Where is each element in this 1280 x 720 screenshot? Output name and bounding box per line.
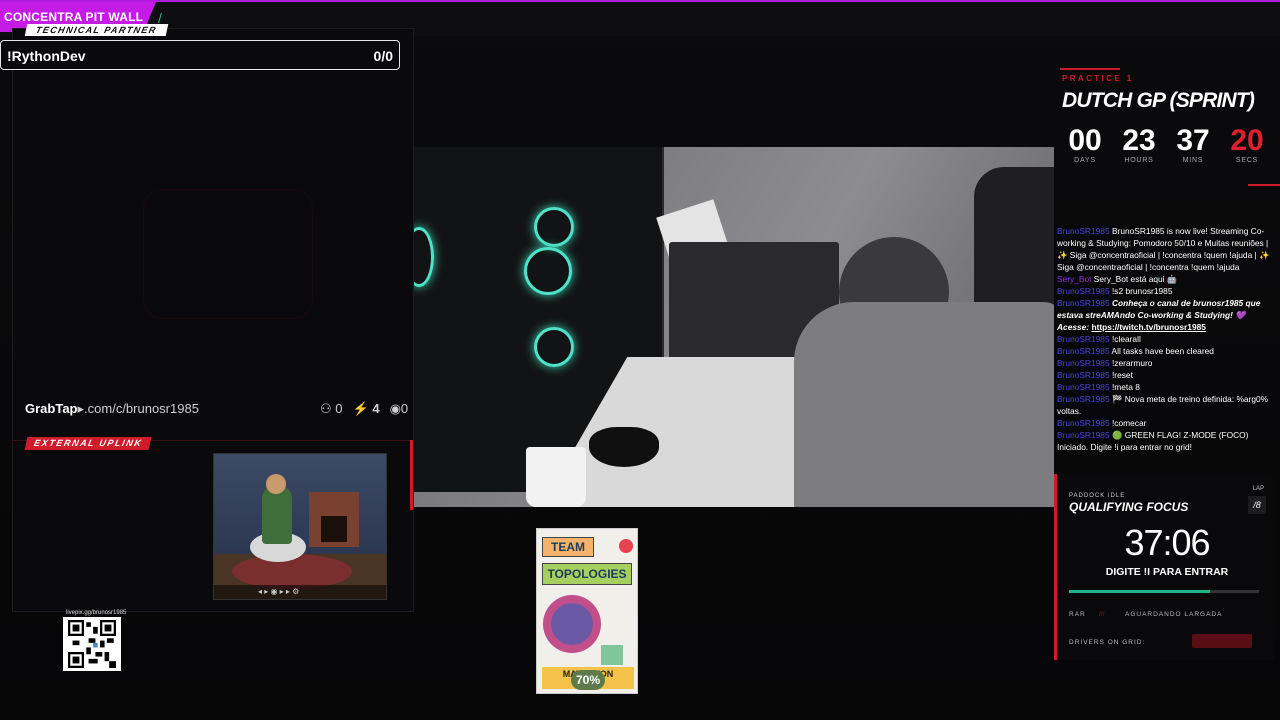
chat-message: BrunoSR1985 BrunoSR1985 is now live! Str… <box>1057 226 1270 272</box>
users-stat: ⚇ 0 <box>320 401 343 416</box>
uplink-accent <box>410 440 413 510</box>
join-grid-button[interactable] <box>1192 634 1252 648</box>
right-panel: PRACTICE 1 DUTCH GP (SPRINT) 00 DAYS 23 HO… <box>1054 36 1280 720</box>
mug-image <box>526 447 586 507</box>
chat-message: BrunoSR1985 !zerarmuro <box>1057 358 1153 368</box>
chat-message: BrunoSR1985 🟢 GREEN FLAG! Z-MODE (FOCO) … <box>1057 430 1249 452</box>
lap-label: LAP <box>1252 486 1264 492</box>
focus-timer: 37:06 <box>1124 522 1210 563</box>
bolt-icon: ⚡ <box>352 401 369 416</box>
streamer-image <box>794 302 1054 507</box>
race-title: DUTCH GP (SPRINT) <box>1062 89 1255 112</box>
brand-title: CONCENTRA PIT WALL <box>4 10 144 24</box>
chat-link[interactable]: https://twitch.tv/brunosr1985 <box>1091 322 1205 332</box>
separator: /// <box>1099 611 1105 618</box>
chat-message: BrunoSR1985 !s2 brunosr1985 <box>1057 286 1173 296</box>
qr-label: livepix.gg/brunosr1985 <box>66 610 127 616</box>
viewer-name: !RythonDev <box>7 48 86 64</box>
chat-message: BrunoSR1985 !clearall <box>1057 334 1141 344</box>
bolt-stat: ⚡ 4 <box>352 401 380 416</box>
play-stat: ◉0 <box>389 401 409 416</box>
viewer-count: 0/0 <box>373 48 393 64</box>
qualifying-title: QUALIFYING FOCUS <box>1069 500 1189 514</box>
glow-decoration <box>143 189 313 319</box>
book-title-1: TEAM <box>542 537 594 557</box>
gamepad-image <box>589 427 659 467</box>
book-cover: TEAM TOPOLOGIES MATT LTON 70% <box>536 528 638 694</box>
join-prompt: DIGITE !I PARA ENTRAR <box>1105 566 1229 578</box>
countdown-mins: 37 MINS <box>1176 124 1210 165</box>
avatar <box>262 486 292 544</box>
chat-message: BrunoSR1985 All tasks have been cleared <box>1057 346 1214 356</box>
grabtap-logo: GrabTap <box>25 401 78 416</box>
book-title-2: TOPOLOGIES <box>542 563 632 585</box>
chat-message: BrunoSR1985 Conheça o canal de brunosr19… <box>1057 298 1261 332</box>
grabtap-link[interactable]: GrabTap▸.com/c/brunosr1985 <box>25 401 199 417</box>
rar-label: RAR <box>1069 611 1086 618</box>
external-video[interactable]: ◂ ▸ ◉ ▸ ▸ ⚙ <box>213 453 387 600</box>
qualifying-panel: PADDOCK IDLE LAP QUALIFYING FOCUS /8 37:… <box>1054 474 1274 660</box>
video-controls[interactable]: ◂ ▸ ◉ ▸ ▸ ⚙ <box>214 585 386 599</box>
external-uplink-tag: EXTERNAL UPLINK <box>24 437 152 450</box>
countdown-hours: 23 HOURS <box>1122 124 1156 165</box>
awaiting-start: AGUARDANDO LARGADA <box>1125 611 1223 618</box>
session-label: PRACTICE 1 <box>1062 74 1134 83</box>
timer-progress-bar <box>1069 590 1259 593</box>
chat-message: BrunoSR1985 !reset <box>1057 370 1133 380</box>
technical-partner-tag: TECHNICAL PARTNER <box>24 24 169 36</box>
countdown-days: 00 DAYS <box>1068 124 1102 165</box>
countdown-secs: 20 SECS <box>1230 124 1264 165</box>
users-icon: ⚇ <box>320 401 332 416</box>
drivers-on-grid: DRIVERS ON GRID: <box>1069 639 1146 646</box>
grabtap-stats: ⚇ 0 ⚡ 4 ◉0 <box>320 401 408 417</box>
chat-message: BrunoSR1985 !meta 8 <box>1057 382 1140 392</box>
chat-message: BrunoSR1985 !comecar <box>1057 418 1147 428</box>
webcam-feed <box>414 147 1054 507</box>
viewer-name-bar: !RythonDev 0/0 <box>0 40 400 70</box>
qr-code-icon[interactable] <box>63 617 121 671</box>
paddock-status: PADDOCK IDLE <box>1069 493 1126 499</box>
stream-overlay: CONCENTRA PIT WALL / TECHNICAL PARTNER !… <box>0 0 1280 720</box>
qr-code-graphic <box>68 620 116 668</box>
chat-message: Sery_Bot Sery_Bot está aqui 🤖 <box>1057 274 1178 284</box>
countdown: 00 DAYS 23 HOURS 37 MINS 20 SECS <box>1058 124 1274 165</box>
timer-progress-fill <box>1069 590 1210 593</box>
chat-log: BrunoSR1985 BrunoSR1985 is now live! Str… <box>1057 225 1271 453</box>
lap-counter: /8 <box>1248 496 1266 514</box>
chat-message: BrunoSR1985 🏁 Nova meta de treino defini… <box>1057 394 1269 416</box>
grabtap-url: .com/c/brunosr1985 <box>84 401 199 416</box>
book-progress: 70% <box>571 670 605 690</box>
fireplace-image <box>309 492 359 547</box>
play-circle-icon: ◉ <box>389 401 401 416</box>
